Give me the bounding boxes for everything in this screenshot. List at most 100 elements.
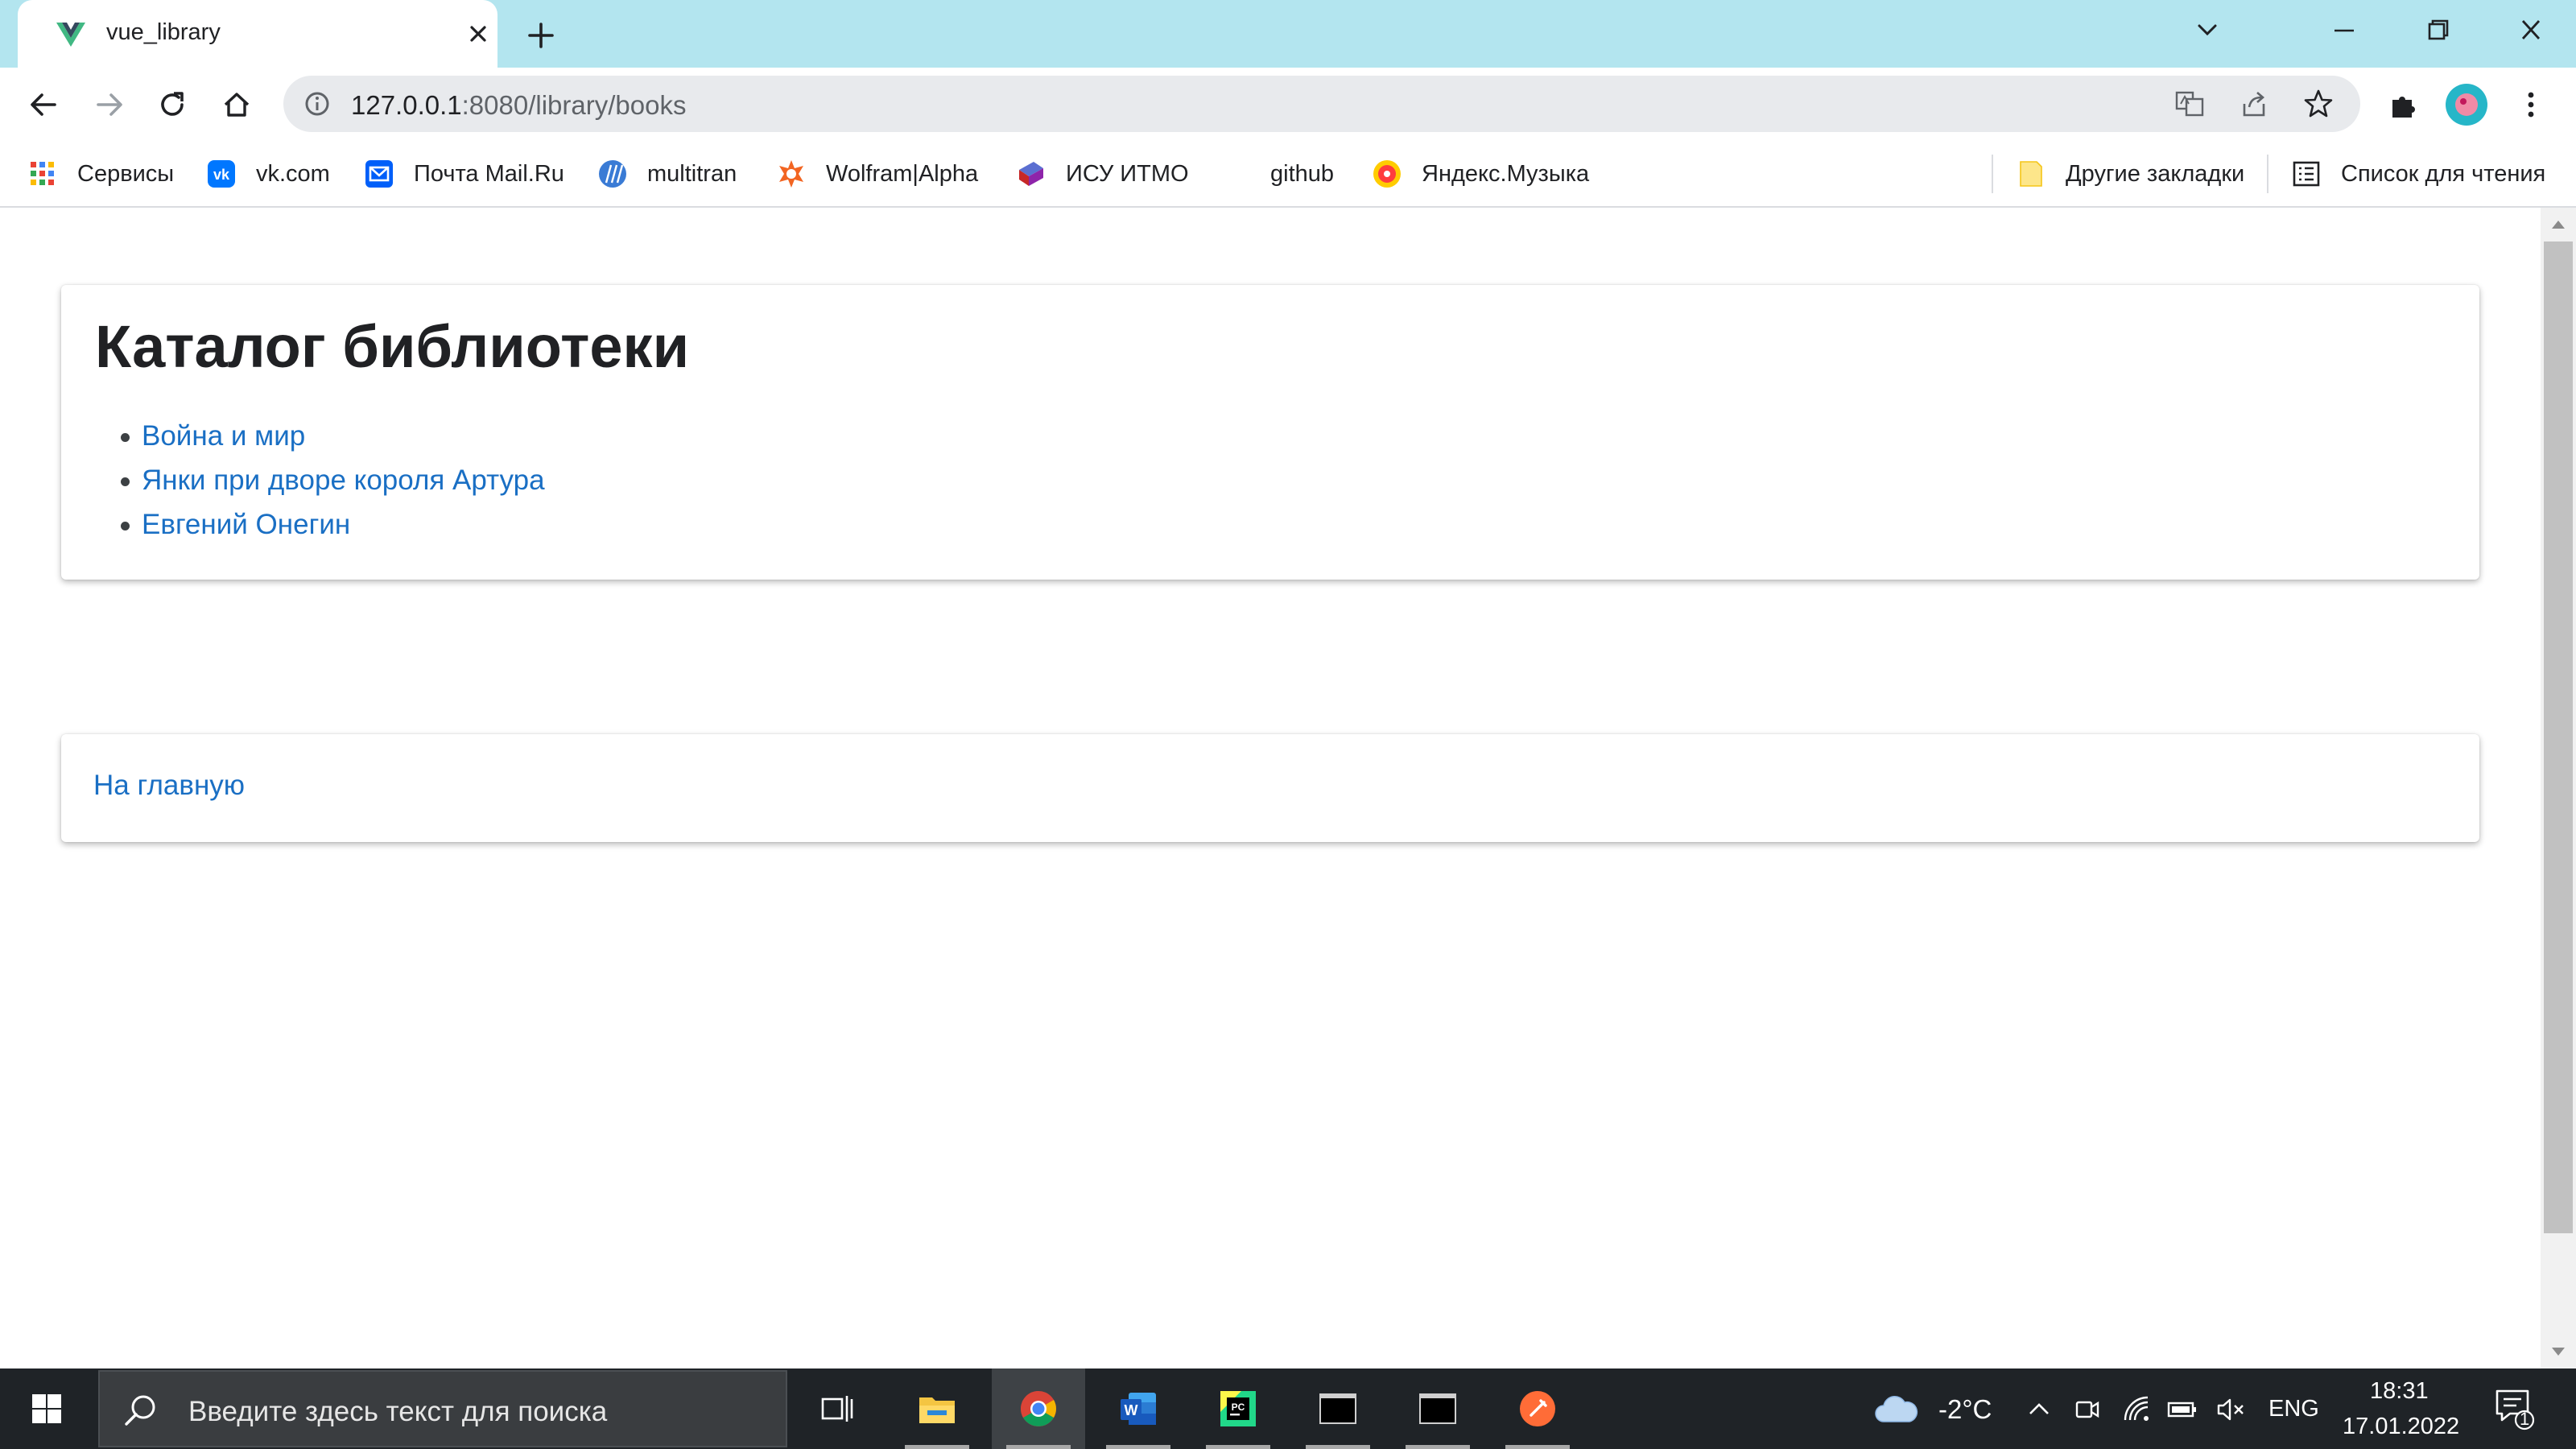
url-text[interactable]: 127.0.0.1:8080/library/books bbox=[351, 90, 686, 121]
bookmark-separator bbox=[1992, 155, 1993, 193]
forward-icon[interactable] bbox=[90, 85, 129, 124]
chrome-button[interactable] bbox=[992, 1368, 1085, 1449]
cloud-icon[interactable] bbox=[1872, 1393, 1919, 1426]
vk-icon: vk bbox=[208, 160, 235, 188]
minimize-icon[interactable] bbox=[2323, 13, 2365, 48]
meet-now-icon[interactable] bbox=[2070, 1393, 2104, 1426]
extensions-icon[interactable] bbox=[2384, 85, 2423, 124]
book-link-war-and-peace[interactable]: Война и мир bbox=[142, 420, 305, 452]
search-icon bbox=[125, 1395, 155, 1426]
bookmark-wolfram[interactable]: Wolfram|Alpha bbox=[776, 158, 978, 190]
weather-temperature[interactable]: -2°C bbox=[1938, 1394, 1992, 1425]
bookmark-vk[interactable]: vk vk.com bbox=[206, 158, 330, 190]
postman-button[interactable] bbox=[1491, 1368, 1584, 1449]
pycharm-icon: PC bbox=[1220, 1391, 1256, 1426]
catalog-card: Каталог библиотеки Война и мир Янки при … bbox=[61, 285, 2479, 580]
bookmark-label: Сервисы bbox=[77, 160, 175, 187]
mail-icon bbox=[365, 160, 393, 188]
svg-text:vk: vk bbox=[213, 167, 230, 183]
windows-taskbar: Введите здесь текст для поиска W PC -2°C… bbox=[0, 1368, 2576, 1449]
terminal-button[interactable] bbox=[1291, 1368, 1385, 1449]
bookmarks-bar: Сервисы vk vk.com Почта Mail.Ru multitra… bbox=[0, 142, 2576, 208]
bookmark-yandex-music[interactable]: Яндекс.Музыка bbox=[1372, 158, 1589, 190]
chevron-up-icon[interactable] bbox=[2022, 1393, 2056, 1426]
task-view-button[interactable] bbox=[791, 1368, 884, 1449]
book-link-connecticut-yankee[interactable]: Янки при дворе короля Артура bbox=[142, 464, 545, 496]
github-icon bbox=[1220, 159, 1251, 189]
home-card: На главную bbox=[61, 734, 2479, 842]
app-open-indicator bbox=[1406, 1445, 1470, 1449]
home-icon[interactable] bbox=[217, 85, 256, 124]
chevron-down-icon[interactable] bbox=[2186, 13, 2228, 48]
close-icon[interactable] bbox=[2510, 13, 2552, 48]
bookmark-label: Яндекс.Музыка bbox=[1422, 160, 1590, 187]
bookmark-label: Почта Mail.Ru bbox=[414, 160, 564, 187]
new-tab-button[interactable] bbox=[523, 18, 559, 53]
notifications-icon[interactable] bbox=[2492, 1385, 2537, 1433]
vue-logo-icon bbox=[56, 23, 85, 47]
word-button[interactable]: W bbox=[1092, 1368, 1185, 1449]
bookmark-other[interactable]: Другие закладки bbox=[2016, 158, 2244, 190]
profile-avatar[interactable] bbox=[2446, 84, 2487, 126]
scroll-down-arrow-icon[interactable] bbox=[2549, 1343, 2568, 1360]
page-title: Каталог библиотеки bbox=[95, 313, 690, 380]
bookmark-label: vk.com bbox=[256, 160, 330, 187]
reading-list-button[interactable]: Список для чтения bbox=[2291, 158, 2545, 190]
taskbar-search-box[interactable]: Введите здесь текст для поиска bbox=[98, 1370, 787, 1447]
word-icon: W bbox=[1121, 1393, 1156, 1425]
bookmark-label: ИСУ ИТМО bbox=[1066, 160, 1189, 187]
translate-icon[interactable] bbox=[2174, 88, 2206, 120]
scroll-up-arrow-icon[interactable] bbox=[2549, 216, 2568, 233]
tab-title: vue_library bbox=[106, 19, 221, 45]
close-icon[interactable] bbox=[462, 18, 494, 50]
yandex-music-icon bbox=[1373, 160, 1401, 188]
share-icon[interactable] bbox=[2238, 88, 2270, 120]
windows-start-icon[interactable] bbox=[31, 1393, 63, 1425]
home-link[interactable]: На главную bbox=[93, 770, 245, 802]
star-icon[interactable] bbox=[2302, 88, 2334, 120]
task-view-icon bbox=[821, 1396, 853, 1422]
bookmark-label: Список для чтения bbox=[2341, 160, 2546, 187]
list-item: Евгений Онегин bbox=[121, 502, 545, 547]
reload-icon[interactable] bbox=[153, 85, 192, 124]
bookmark-separator bbox=[2267, 155, 2268, 193]
vertical-scrollbar[interactable] bbox=[2541, 208, 2576, 1368]
bookmark-mail[interactable]: Почта Mail.Ru bbox=[364, 158, 564, 190]
restore-icon[interactable] bbox=[2417, 13, 2458, 48]
multitran-icon bbox=[599, 160, 626, 188]
file-explorer-button[interactable] bbox=[890, 1368, 984, 1449]
bookmark-isu[interactable]: ИСУ ИТМО bbox=[1016, 158, 1189, 190]
clock-time[interactable]: 18:31 bbox=[2370, 1378, 2429, 1405]
language-indicator[interactable]: ENG bbox=[2268, 1396, 2319, 1422]
info-icon[interactable] bbox=[301, 88, 333, 120]
back-icon[interactable] bbox=[24, 85, 63, 124]
bookmark-github[interactable]: github bbox=[1220, 158, 1334, 190]
bookmark-label: multitran bbox=[647, 160, 737, 187]
terminal-icon bbox=[1419, 1393, 1456, 1424]
notification-count: 1 bbox=[2520, 1409, 2530, 1429]
menu-icon[interactable] bbox=[2512, 85, 2550, 124]
battery-icon[interactable] bbox=[2165, 1393, 2199, 1426]
tab-vue-library[interactable]: vue_library bbox=[18, 0, 497, 68]
bookmark-services[interactable]: Сервисы bbox=[27, 158, 174, 190]
scroll-thumb[interactable] bbox=[2544, 242, 2573, 1233]
reading-list-icon bbox=[2293, 161, 2320, 187]
url-host: 127.0.0.1 bbox=[351, 90, 462, 120]
book-link-eugene-onegin[interactable]: Евгений Онегин bbox=[142, 509, 350, 540]
app-open-indicator bbox=[1106, 1445, 1170, 1449]
chrome-icon bbox=[1021, 1391, 1056, 1426]
list-item: Янки при дворе короля Артура bbox=[121, 458, 545, 502]
terminal-button[interactable] bbox=[1391, 1368, 1484, 1449]
wifi-icon[interactable] bbox=[2120, 1393, 2154, 1426]
address-bar[interactable]: 127.0.0.1:8080/library/books bbox=[283, 76, 2360, 132]
clock-date[interactable]: 17.01.2022 bbox=[2343, 1414, 2459, 1440]
apps-grid-icon bbox=[31, 162, 54, 185]
app-open-indicator bbox=[1505, 1445, 1570, 1449]
tab-strip: vue_library bbox=[0, 0, 2576, 68]
volume-muted-icon[interactable] bbox=[2214, 1393, 2248, 1426]
bookmark-multitran[interactable]: multitran bbox=[597, 158, 737, 190]
folder-icon bbox=[2020, 161, 2042, 187]
book-list: Война и мир Янки при дворе короля Артура… bbox=[121, 414, 545, 547]
pycharm-button[interactable]: PC bbox=[1191, 1368, 1285, 1449]
app-open-indicator bbox=[905, 1445, 969, 1449]
